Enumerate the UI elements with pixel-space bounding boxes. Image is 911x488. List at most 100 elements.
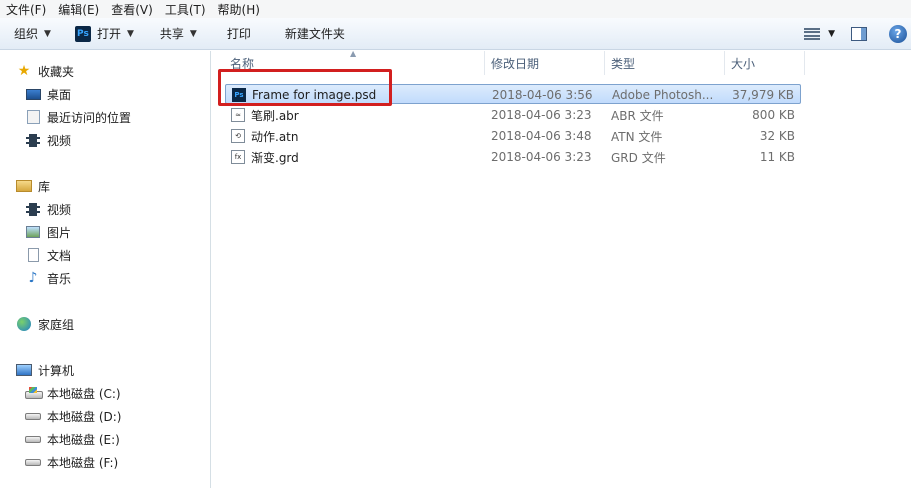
nav-computer-label: 计算机 — [38, 363, 75, 378]
column-size-label: 大小 — [731, 56, 756, 71]
nav-drive-c[interactable]: 本地磁盘 (C:) — [25, 383, 121, 403]
music-icon: ♪ — [28, 270, 38, 286]
nav-lib-documents[interactable]: 文档 — [25, 245, 71, 265]
help-button[interactable]: ? — [889, 25, 907, 43]
new-folder-label: 新建文件夹 — [284, 27, 345, 41]
help-icon: ? — [889, 25, 907, 43]
atn-file-icon: ⟲ — [231, 129, 245, 143]
nav-favorites[interactable]: ★ 收藏夹 — [16, 61, 74, 81]
menu-bar: 文件(F) 编辑(E) 查看(V) 工具(T) 帮助(H) — [0, 0, 911, 18]
navigation-pane: ★ 收藏夹 桌面 最近访问的位置 视频 库 视频 图片 文档 ♪ 音乐 家庭组 … — [0, 51, 211, 488]
nav-lib-videos-label: 视频 — [47, 202, 72, 217]
chevron-down-icon: ▼ — [189, 28, 197, 39]
file-size: 11 KB — [759, 150, 795, 164]
grd-file-icon: fx — [231, 150, 245, 164]
nav-drive-f-label: 本地磁盘 (F:) — [47, 455, 119, 470]
file-name-cell: fx 渐变.grd — [231, 147, 299, 167]
nav-drive-d[interactable]: 本地磁盘 (D:) — [25, 406, 121, 426]
file-date: 2018-04-06 3:48 — [491, 129, 592, 143]
view-list-icon — [804, 28, 821, 40]
abr-file-icon: ≈ — [231, 108, 245, 122]
system-drive-icon — [25, 386, 43, 400]
nav-libraries-label: 库 — [38, 179, 51, 194]
change-view-button[interactable]: ▼ — [804, 28, 835, 40]
organize-button[interactable]: 组织 ▼ — [8, 22, 57, 46]
chevron-down-icon: ▼ — [44, 28, 51, 39]
video-icon — [25, 202, 41, 216]
nav-recent-places[interactable]: 最近访问的位置 — [25, 107, 131, 127]
preview-pane-icon — [851, 27, 867, 41]
homegroup-icon — [16, 317, 32, 331]
file-name: 笔刷.abr — [251, 108, 299, 123]
drive-icon — [25, 432, 41, 446]
star-icon: ★ — [17, 63, 31, 79]
nav-drive-c-label: 本地磁盘 (C:) — [47, 386, 121, 401]
file-row[interactable]: ⟲ 动作.atn 2018-04-06 3:48 ATN 文件 32 KB — [225, 126, 801, 146]
nav-computer[interactable]: 计算机 — [16, 360, 74, 380]
nav-recent-label: 最近访问的位置 — [47, 110, 132, 125]
file-name-cell: ≈ 笔刷.abr — [231, 105, 299, 125]
column-header-date[interactable]: 修改日期 — [485, 51, 605, 75]
computer-icon — [16, 363, 32, 377]
share-label: 共享 — [159, 27, 184, 41]
menu-file[interactable]: 文件(F) — [0, 1, 52, 18]
organize-label: 组织 — [14, 27, 39, 41]
open-label: 打开 — [96, 27, 121, 41]
file-date: 2018-04-06 3:23 — [491, 150, 592, 164]
file-size: 32 KB — [759, 129, 795, 143]
file-date: 2018-04-06 3:56 — [492, 88, 593, 102]
drive-icon — [25, 409, 41, 423]
file-row[interactable]: fx 渐变.grd 2018-04-06 3:23 GRD 文件 11 KB — [225, 147, 801, 167]
nav-lib-documents-label: 文档 — [47, 248, 72, 263]
desktop-icon — [25, 87, 41, 101]
print-button[interactable]: 打印 — [221, 22, 257, 46]
nav-desktop[interactable]: 桌面 — [25, 84, 71, 104]
highlight-annotation — [218, 69, 392, 106]
nav-drive-f[interactable]: 本地磁盘 (F:) — [25, 452, 118, 472]
nav-fav-videos-label: 视频 — [47, 133, 72, 148]
preview-pane-button[interactable] — [851, 27, 867, 41]
menu-help[interactable]: 帮助(H) — [212, 1, 266, 18]
new-folder-button[interactable]: 新建文件夹 — [279, 22, 351, 46]
photoshop-icon: Ps — [74, 25, 91, 42]
file-size: 800 KB — [752, 108, 795, 122]
nav-drive-d-label: 本地磁盘 (D:) — [47, 409, 122, 424]
column-date-label: 修改日期 — [491, 56, 540, 71]
file-date: 2018-04-06 3:23 — [491, 108, 592, 122]
print-label: 打印 — [226, 27, 251, 41]
file-type: GRD 文件 — [611, 150, 666, 165]
share-button[interactable]: 共享 ▼ — [154, 22, 203, 46]
nav-favorites-videos[interactable]: 视频 — [25, 130, 71, 150]
chevron-down-icon: ▼ — [828, 29, 835, 39]
open-button[interactable]: Ps 打开 ▼ — [69, 22, 140, 46]
file-name: 动作.atn — [251, 129, 299, 144]
file-row[interactable]: ≈ 笔刷.abr 2018-04-06 3:23 ABR 文件 800 KB — [225, 105, 801, 125]
nav-homegroup[interactable]: 家庭组 — [16, 314, 74, 334]
document-icon — [25, 248, 41, 262]
recent-places-icon — [25, 110, 41, 124]
library-icon — [16, 179, 32, 193]
file-name-cell: ⟲ 动作.atn — [231, 126, 298, 146]
column-header-size[interactable]: 大小 — [725, 51, 805, 75]
nav-drive-e[interactable]: 本地磁盘 (E:) — [25, 429, 120, 449]
nav-lib-pictures-label: 图片 — [47, 225, 72, 240]
file-type: ATN 文件 — [611, 129, 663, 144]
chevron-down-icon: ▼ — [126, 28, 134, 39]
toolbar-right: ▼ ? — [804, 18, 911, 50]
picture-icon — [25, 225, 41, 239]
video-icon — [25, 133, 41, 147]
drive-icon — [25, 455, 41, 469]
menu-tools[interactable]: 工具(T) — [159, 1, 212, 18]
nav-libraries[interactable]: 库 — [16, 176, 50, 196]
menu-edit[interactable]: 编辑(E) — [52, 1, 105, 18]
column-type-label: 类型 — [611, 56, 636, 71]
nav-drive-e-label: 本地磁盘 (E:) — [47, 432, 120, 447]
menu-view[interactable]: 查看(V) — [105, 1, 159, 18]
command-bar: 组织 ▼ Ps 打开 ▼ 共享 ▼ 打印 新建文件夹 ▼ ? — [0, 18, 911, 50]
nav-lib-pictures[interactable]: 图片 — [25, 222, 71, 242]
nav-favorites-label: 收藏夹 — [38, 64, 75, 79]
nav-lib-videos[interactable]: 视频 — [25, 199, 71, 219]
nav-lib-music[interactable]: ♪ 音乐 — [25, 268, 71, 288]
file-type: ABR 文件 — [611, 108, 664, 123]
column-header-type[interactable]: 类型 — [605, 51, 725, 75]
